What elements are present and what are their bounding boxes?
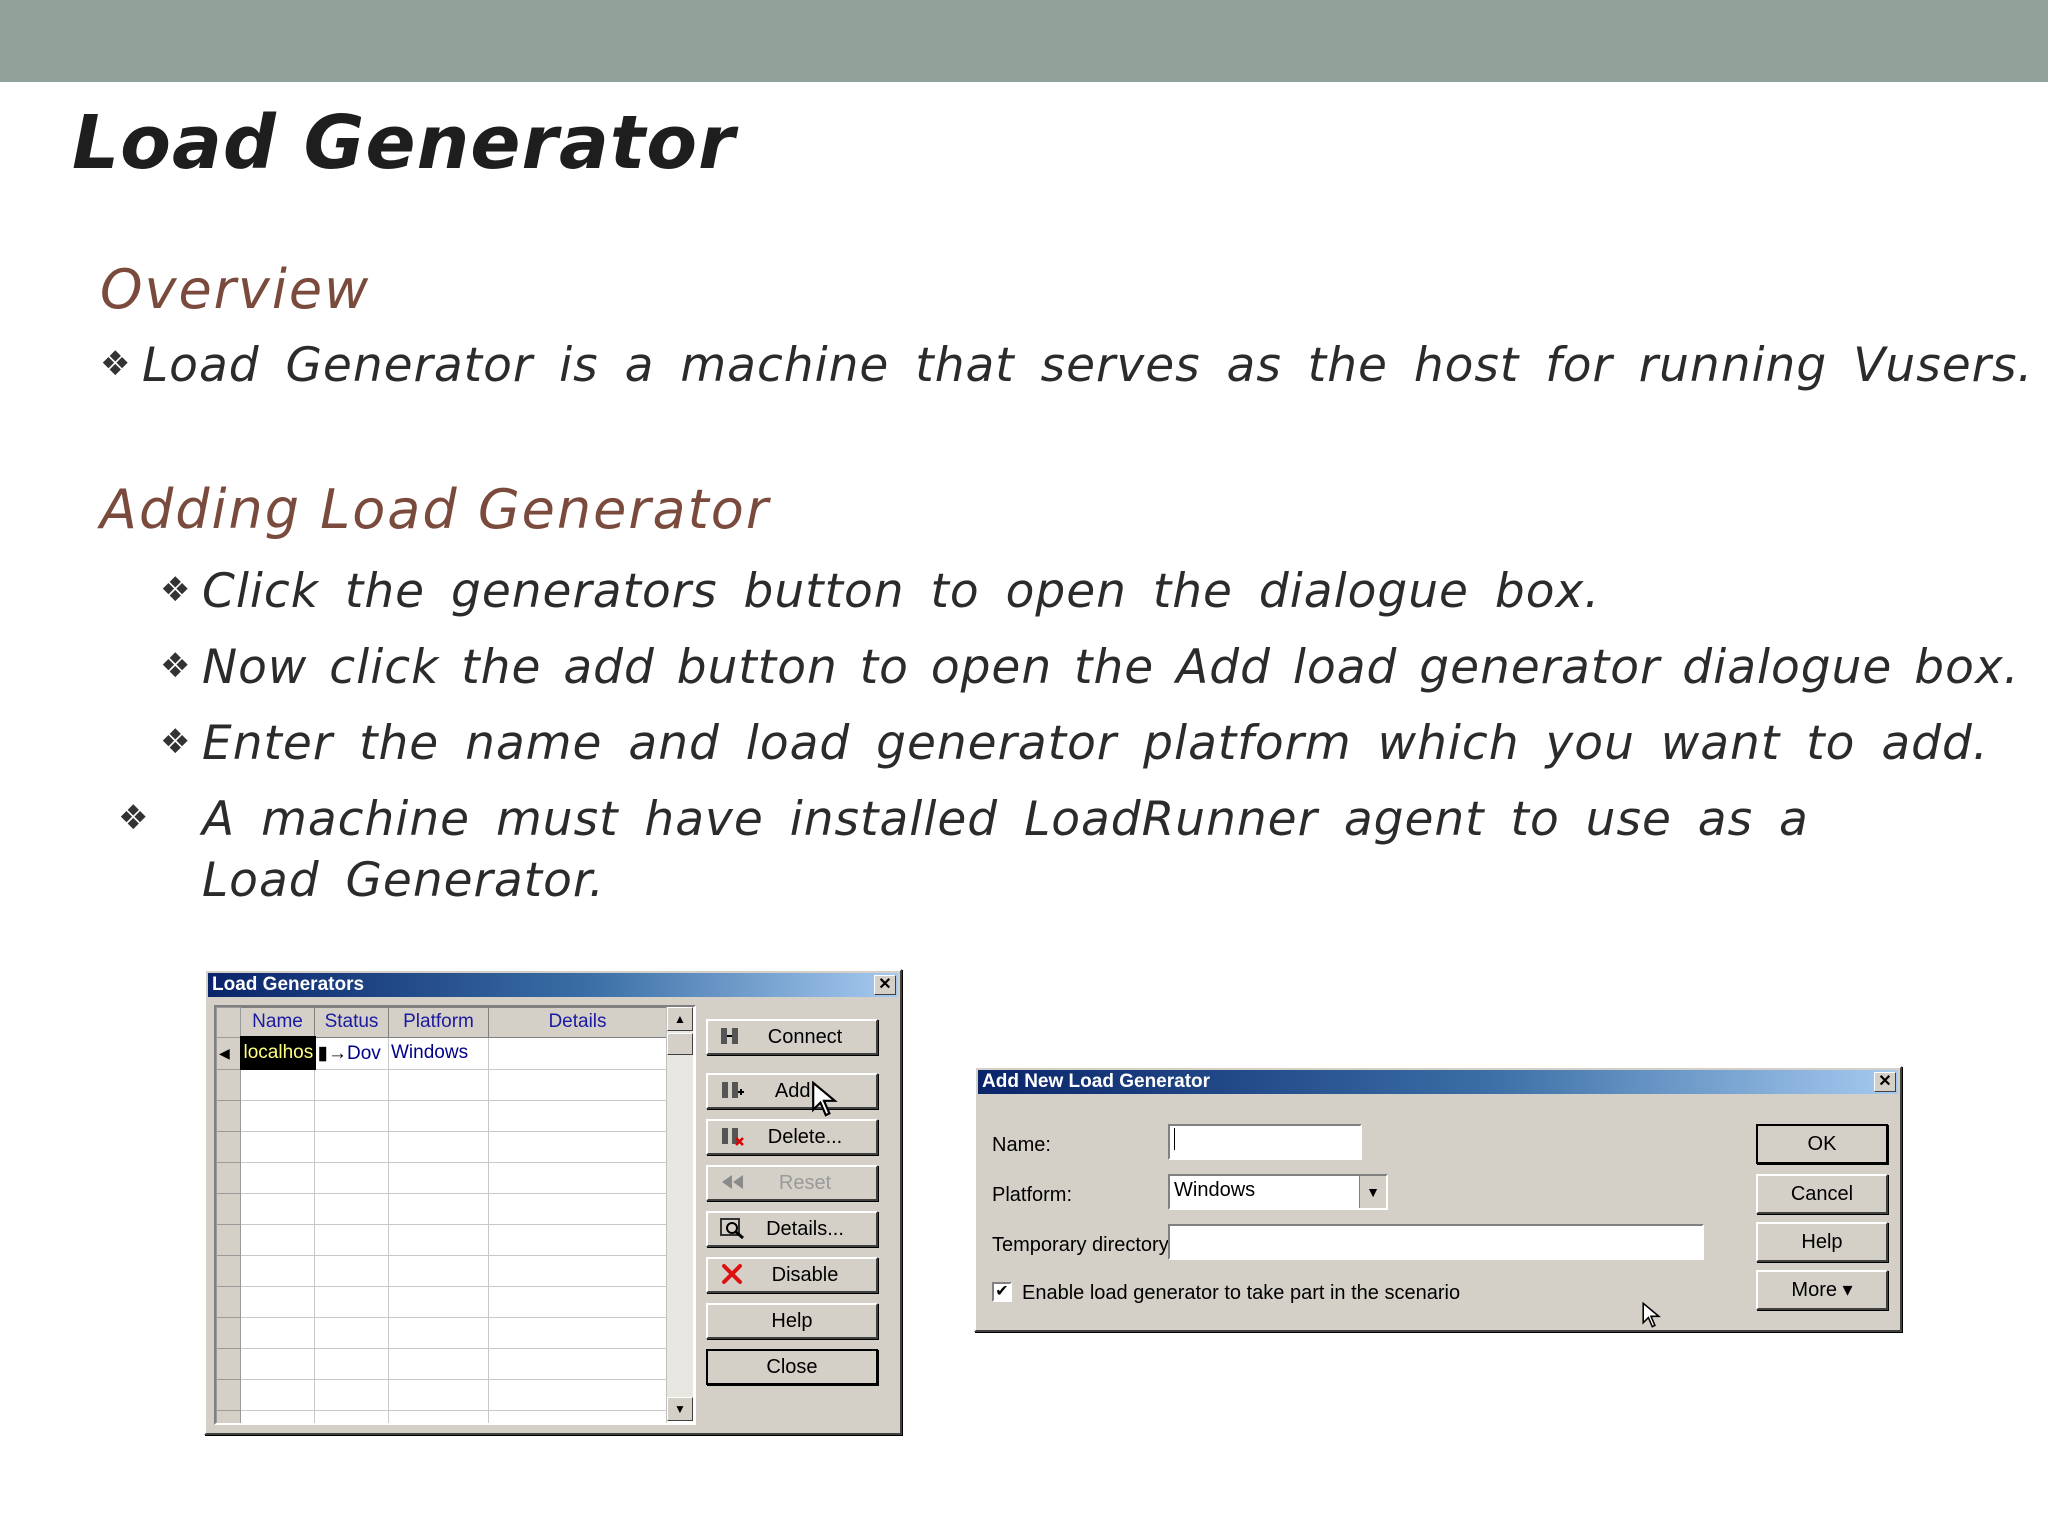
row-header-corner	[216, 1007, 241, 1038]
bullet-text: Enter the name and load generator platfo…	[202, 716, 1989, 771]
close-button[interactable]: Close	[706, 1349, 878, 1385]
column-header-name[interactable]: Name	[240, 1007, 315, 1038]
bullet-marker-icon: ❖	[160, 722, 192, 762]
help-button[interactable]: Help	[706, 1303, 878, 1339]
ok-button[interactable]: OK	[1756, 1124, 1888, 1164]
disable-button[interactable]: Disable	[706, 1257, 878, 1293]
table-row	[216, 1348, 667, 1380]
table-row	[216, 1255, 667, 1287]
column-header-details[interactable]: Details	[488, 1007, 667, 1038]
more-button[interactable]: More ▾	[1756, 1270, 1888, 1310]
close-icon[interactable]: ✕	[1874, 1072, 1896, 1092]
bullet-item: ❖ Now click the add button to open the Ad…	[160, 636, 2040, 698]
table-row[interactable]: ◀ localhos ▮→Dov Windows	[216, 1036, 667, 1070]
platform-label: Platform:	[992, 1184, 1073, 1206]
chevron-down-icon[interactable]: ▼	[1359, 1176, 1386, 1208]
cell-platform[interactable]: Windows	[388, 1036, 489, 1070]
cancel-button[interactable]: Cancel	[1756, 1174, 1888, 1214]
name-label: Name:	[992, 1134, 1051, 1156]
scroll-up-icon[interactable]: ▲	[667, 1007, 693, 1031]
cell-status[interactable]: ▮→Dov	[314, 1036, 389, 1070]
bullet-marker-icon: ❖	[160, 646, 192, 686]
bullet-text: A machine must have installed LoadRunner…	[202, 792, 1809, 908]
grid-scrollbar[interactable]: ▲ ▼	[666, 1007, 693, 1421]
table-row	[216, 1286, 667, 1318]
name-field[interactable]	[1168, 1124, 1362, 1160]
details-button[interactable]: Details...	[706, 1211, 878, 1247]
cell-name[interactable]: localhos	[239, 1036, 316, 1070]
load-generators-grid: Name Status Platform Details ◀ localhos …	[214, 1005, 696, 1425]
bullet-item: ❖ Click the generators button to open the…	[160, 560, 2020, 622]
table-row	[216, 1410, 667, 1423]
table-row	[216, 1100, 667, 1132]
load-generators-dialog: Load Generators ✕ Name Status Platform D…	[204, 969, 902, 1435]
scroll-down-icon[interactable]: ▼	[667, 1397, 693, 1421]
adding-heading: Adding Load Generator	[100, 478, 771, 541]
table-row	[216, 1162, 667, 1194]
mouse-cursor-icon	[812, 1081, 838, 1117]
bullet-text: Now click the add button to open the Add…	[202, 640, 2020, 695]
mouse-cursor-icon	[1642, 1302, 1661, 1328]
load-generators-titlebar: Load Generators	[208, 973, 898, 997]
scroll-thumb[interactable]	[667, 1033, 693, 1055]
bullet-marker-icon: ❖	[160, 570, 192, 610]
bullet-item: ❖ A machine must have installed LoadRunne…	[118, 788, 1922, 911]
platform-select[interactable]: Windows ▼	[1168, 1174, 1388, 1210]
load-generators-title: Load Generators	[212, 974, 365, 995]
add-dialog-titlebar: Add New Load Generator	[978, 1070, 1898, 1094]
add-button[interactable]: Add...	[706, 1073, 878, 1109]
cell-status-text: Dov	[346, 1042, 381, 1064]
enable-checkbox[interactable]: ✔	[992, 1282, 1012, 1302]
table-row	[216, 1131, 667, 1163]
bullet-marker-icon: ❖	[100, 344, 132, 384]
add-load-generator-dialog: Add New Load Generator ✕ Name: Platform:…	[974, 1066, 1902, 1332]
column-header-status[interactable]: Status	[314, 1007, 389, 1038]
text-caret	[1174, 1128, 1175, 1150]
table-row	[216, 1317, 667, 1349]
cell-details[interactable]	[488, 1036, 667, 1070]
magnifier-icon	[720, 1218, 744, 1240]
column-header-platform[interactable]: Platform	[388, 1007, 489, 1038]
overview-bullet-text: Load Generator is a machine that serves …	[142, 338, 2034, 393]
bullet-text: Click the generators button to open the …	[202, 564, 1601, 619]
rewind-icon	[722, 1175, 743, 1189]
close-icon[interactable]: ✕	[874, 975, 896, 995]
connect-button[interactable]: Connect	[706, 1019, 878, 1055]
delete-button[interactable]: Delete...	[706, 1119, 878, 1155]
delete-generator-icon	[722, 1128, 744, 1146]
add-generator-icon	[722, 1082, 744, 1098]
tempdir-label: Temporary directory:	[992, 1234, 1175, 1256]
table-row	[216, 1068, 667, 1101]
bullet-item: ❖ Enter the name and load generator platf…	[160, 712, 2020, 774]
slide-top-band	[0, 0, 2048, 82]
table-row	[216, 1224, 667, 1256]
table-row	[216, 1379, 667, 1411]
connect-icon	[721, 1028, 738, 1044]
overview-bullet: ❖ Load Generator is a machine that serves…	[100, 334, 2032, 396]
table-row	[216, 1193, 667, 1225]
overview-heading: Overview	[100, 258, 371, 321]
row-pointer-icon: ◀	[216, 1036, 241, 1070]
server-icon: ▮→	[317, 1042, 347, 1064]
tempdir-field[interactable]	[1168, 1224, 1704, 1260]
slide-title: Load Generator	[72, 100, 736, 186]
reset-button[interactable]: Reset	[706, 1165, 878, 1201]
red-x-icon	[722, 1264, 742, 1284]
add-dialog-title: Add New Load Generator	[982, 1071, 1211, 1092]
bullet-marker-icon: ❖	[118, 798, 150, 838]
help-button[interactable]: Help	[1756, 1222, 1888, 1262]
enable-label: Enable load generator to take part in th…	[1022, 1282, 1461, 1304]
